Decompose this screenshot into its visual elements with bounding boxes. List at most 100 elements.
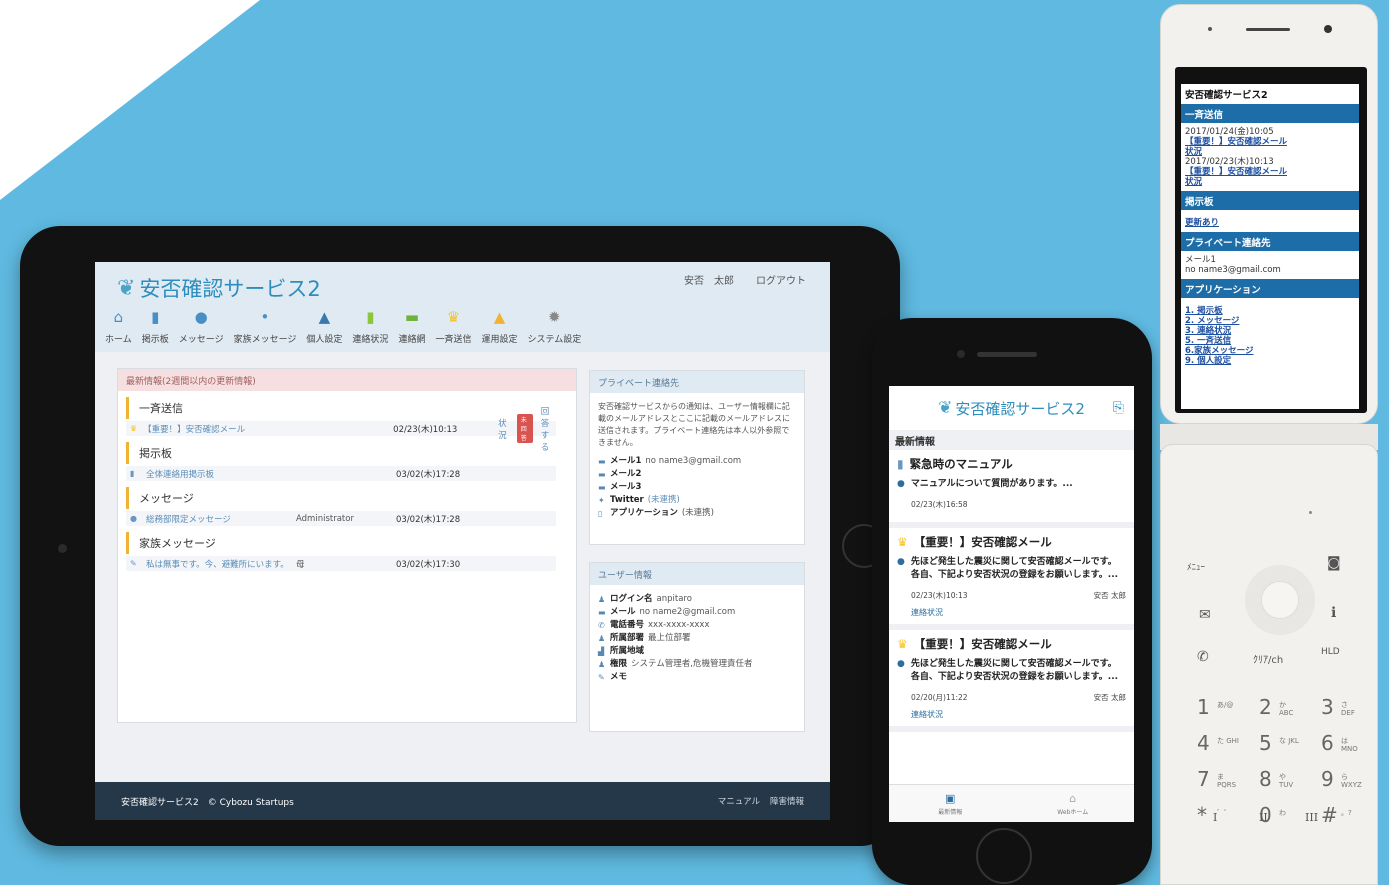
user-info-value: no name2@gmail.com xyxy=(639,607,736,617)
logout-icon[interactable]: ⎘ xyxy=(1113,400,1124,416)
phone-tab-0[interactable]: ▣ 最新情報 xyxy=(889,785,1012,822)
app-menu-link[interactable]: 5. 一斉送信 xyxy=(1181,336,1359,346)
digit-key[interactable]: 8 xyxy=(1259,767,1272,791)
nav-item-9[interactable]: ✹ システム設定 xyxy=(527,306,581,345)
nav-item-8[interactable]: ▲ 運用設定 xyxy=(481,306,517,345)
nav-item-1[interactable]: ▮ 掲示板 xyxy=(142,306,169,345)
digit-key[interactable]: * xyxy=(1197,803,1207,827)
digit-key[interactable]: 7 xyxy=(1197,767,1210,791)
digit-key[interactable]: # xyxy=(1321,803,1338,827)
mail-key-icon[interactable]: ✉ xyxy=(1199,607,1211,623)
bulletin-icon: ▮ xyxy=(897,457,904,471)
private-contact-item[interactable]: ▬ メール2 xyxy=(598,468,796,481)
nav-item-4[interactable]: ▲ 個人設定 xyxy=(306,306,342,345)
flip-bar-private: プライベート連絡先 xyxy=(1181,232,1359,251)
phone-tab-1[interactable]: ⌂ Webホーム xyxy=(1012,785,1135,822)
digit-key-sub: な JKL xyxy=(1279,737,1299,745)
news-row[interactable]: ✎ 私は無事です。今、避難所にいます。母 03/02(木)17:30 xyxy=(126,556,556,571)
user-info-item: ♟ 所属部署 最上位部署 xyxy=(598,632,796,645)
digit-key[interactable]: 3 xyxy=(1321,695,1334,719)
digit-key[interactable]: 5 xyxy=(1259,731,1272,755)
reply-link[interactable]: 回答する xyxy=(541,405,556,453)
nav-item-2[interactable]: ● メッセージ xyxy=(179,306,224,345)
smartphone-device: ❦ 安否確認サービス2 ⎘ 最新情報 ▮ 緊急時のマニュアル ● マニュアルについて質… xyxy=(872,318,1152,885)
function-key[interactable]: III xyxy=(1305,811,1318,824)
app-menu-link[interactable]: 1. 掲示板 xyxy=(1181,306,1359,316)
app-menu-link[interactable]: 2. メッセージ xyxy=(1181,316,1359,326)
app-menu-link[interactable]: 9. 個人設定 xyxy=(1181,356,1359,366)
broadcast-status-link[interactable]: 状況 xyxy=(1181,177,1359,187)
info-key-icon[interactable]: ℹ xyxy=(1331,605,1336,621)
warning-icon: ▲ xyxy=(493,308,506,326)
phone-news-list: ▮ 緊急時のマニュアル ● マニュアルについて質問があります。... 02/23(木)1… xyxy=(889,450,1134,732)
user-info-value: anpitaro xyxy=(656,594,692,604)
news-date: 02/23(木)10:13 xyxy=(393,424,458,435)
call-key-icon[interactable]: ✆ xyxy=(1197,649,1209,665)
phone-news-card[interactable]: ▮ 緊急時のマニュアル ● マニュアルについて質問があります。... 02/23(木)1… xyxy=(889,450,1134,528)
news-title-link[interactable]: 私は無事です。今、避難所にいます。 xyxy=(146,558,296,570)
nav-label: メッセージ xyxy=(178,335,224,345)
status-link[interactable]: 連絡状況 xyxy=(911,709,1126,720)
phone-news-card[interactable]: ♛ 【重要！】安否確認メール ● 先ほど発生した震災に関して安否確認メールです。 各自… xyxy=(889,528,1134,630)
camera-key-icon[interactable]: ◙ xyxy=(1327,555,1341,571)
nav-item-6[interactable]: ▬ 連絡網 xyxy=(398,306,425,345)
private-contact-item[interactable]: ▬ メール1 no name3@gmail.com xyxy=(598,455,796,468)
private-contact-item[interactable]: ✦ Twitter (未連携) xyxy=(598,494,796,507)
digit-key[interactable]: 2 xyxy=(1259,695,1272,719)
phone-news-header: 最新情報 xyxy=(889,430,1134,450)
flip-bar-bulletin: 掲示板 xyxy=(1181,191,1359,210)
app-menu-link[interactable]: 6.家族メッセージ xyxy=(1181,346,1359,356)
news-row[interactable]: ▮ 全体連絡用掲示板 03/02(木)17:28 xyxy=(126,466,556,481)
nav-item-5[interactable]: ▮ 連絡状況 xyxy=(352,306,388,345)
contact-key: メール3 xyxy=(610,482,642,492)
news-author: Administrator xyxy=(296,513,354,524)
broadcast-status-link[interactable]: 状況 xyxy=(1181,147,1359,157)
news-title-link[interactable]: 全体連絡用掲示板 xyxy=(146,468,296,480)
nav-item-7[interactable]: ♛ 一斉送信 xyxy=(435,306,471,345)
digit-key-sub: や TUV xyxy=(1279,773,1294,789)
news-row[interactable]: ● 総務部限定メッセージ Administrator 03/02(木)17:28 xyxy=(126,511,556,526)
menu-key[interactable]: ﾒﾆｭｰ xyxy=(1187,560,1205,573)
news-title-link[interactable]: 総務部限定メッセージ xyxy=(146,513,296,525)
mail-icon: ▬ xyxy=(598,608,606,617)
digit-key[interactable]: 9 xyxy=(1321,767,1334,791)
nav-item-0[interactable]: ⌂ ホーム xyxy=(105,306,132,345)
failure-info-link[interactable]: 障害情報 xyxy=(770,795,804,807)
news-list: 一斉送信 ♛ 【重要！】安否確認メール 02/23(木)10:13 状況 未回答 回答する掲… xyxy=(118,397,576,571)
dpad-center-button[interactable] xyxy=(1261,581,1299,619)
flip-bulletin-link[interactable]: 更新あり xyxy=(1181,218,1359,228)
card-body: 先ほど発生した震災に関して安否確認メールです。 各自、下記より安否状況の登録をお… xyxy=(910,659,1119,682)
broadcast-link[interactable]: 【重要！】安否確認メール xyxy=(1181,137,1359,147)
status-link[interactable]: 状況 xyxy=(498,417,507,441)
phone-home-button[interactable] xyxy=(976,828,1032,884)
manual-link[interactable]: マニュアル xyxy=(718,795,760,807)
phone-news-card[interactable]: ♛ 【重要！】安否確認メール ● 先ほど発生した震災に関して安否確認メールです。 各自… xyxy=(889,630,1134,732)
contact-value: (未連携) xyxy=(681,508,714,518)
flip-app-list: 1. 掲示板 2. メッセージ 3. 連絡状況 5. 一斉送信 6.家族メッセージ 9. … xyxy=(1181,306,1359,366)
nav-label: 一斉送信 xyxy=(435,335,472,345)
app-logo[interactable]: ❦ 安否確認サービス2 xyxy=(117,273,321,303)
status-link[interactable]: 連絡状況 xyxy=(911,607,1126,618)
clear-key[interactable]: ｸﾘｱ/ch xyxy=(1253,651,1283,666)
digit-key-sub: か ABC xyxy=(1279,701,1294,717)
app-menu-link[interactable]: 3. 連絡状況 xyxy=(1181,326,1359,336)
broadcast-link[interactable]: 【重要！】安否確認メール xyxy=(1181,167,1359,177)
digit-key[interactable]: 6 xyxy=(1321,731,1334,755)
private-contact-item[interactable]: ▯ アプリケーション (未連携) xyxy=(598,507,796,520)
news-section-title: 掲示板 xyxy=(126,442,570,464)
news-title-link[interactable]: 【重要！】安否確認メール xyxy=(143,423,293,435)
private-contact-item[interactable]: ▬ メール3 xyxy=(598,481,796,494)
hold-key[interactable]: HLD xyxy=(1321,647,1340,657)
bullet-icon: ● xyxy=(897,557,905,567)
function-key[interactable]: II xyxy=(1259,811,1268,824)
digit-key[interactable]: 4 xyxy=(1197,731,1210,755)
phone-logo-text[interactable]: 安否確認サービス2 xyxy=(955,398,1085,419)
decorative-corner xyxy=(0,0,260,200)
news-row[interactable]: ♛ 【重要！】安否確認メール 02/23(木)10:13 状況 未回答 回答する xyxy=(126,407,556,453)
nav-item-3[interactable]: • 家族メッセージ xyxy=(234,306,297,345)
memo-icon: ✎ xyxy=(598,673,605,682)
leaf-logo-icon: ❦ xyxy=(117,275,136,301)
function-key[interactable]: I xyxy=(1213,811,1217,824)
digit-key[interactable]: 1 xyxy=(1197,695,1210,719)
logout-link[interactable]: ログアウト xyxy=(756,272,806,287)
